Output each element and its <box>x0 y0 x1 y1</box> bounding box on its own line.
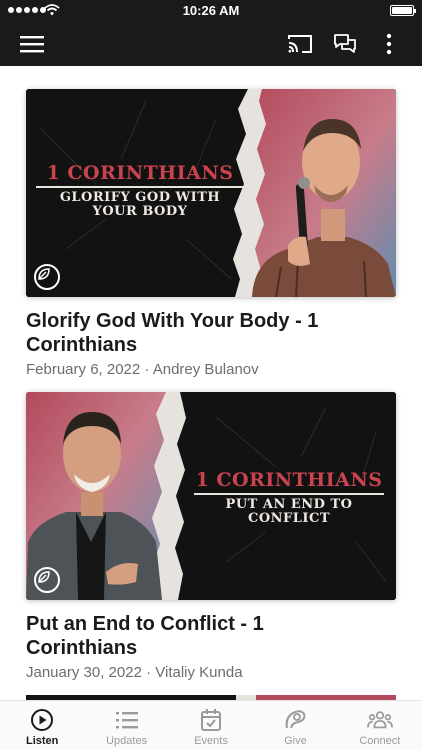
people-icon <box>366 708 393 732</box>
chat-icon <box>334 34 356 53</box>
sermon-card[interactable]: 1 CORINTHIANS PUT AN END TO CONFLICT Put… <box>26 392 396 681</box>
sermon-title[interactable]: Glorify God With Your Body - 1 Corinthia… <box>26 309 356 357</box>
battery-icon <box>390 5 416 16</box>
church-logo-icon <box>34 264 60 290</box>
series-title: 1 CORINTHIANS <box>195 469 383 491</box>
series-divider <box>36 186 244 188</box>
sermon-meta: February 6, 2022 · Andrey Bulanov <box>26 361 259 378</box>
sermon-feed[interactable]: 1 CORINTHIANS GLORIFY GOD WITH YOUR BODY… <box>0 66 422 700</box>
series-artwork-text: 1 CORINTHIANS PUT AN END TO CONFLICT <box>194 469 384 526</box>
status-bar: 10:26 AM <box>0 0 422 22</box>
tab-label: Events <box>194 735 228 747</box>
give-icon <box>282 708 308 732</box>
church-logo-icon <box>34 567 60 593</box>
status-time: 10:26 AM <box>182 3 240 18</box>
list-icon <box>114 708 140 732</box>
cast-button[interactable] <box>286 30 314 58</box>
menu-button[interactable] <box>18 30 46 58</box>
tab-label: Give <box>284 735 307 747</box>
series-subtitle-line1: PUT AN END TO <box>225 496 353 512</box>
tab-events[interactable]: Events <box>169 701 253 750</box>
tab-connect[interactable]: Connect <box>338 701 422 750</box>
more-options-button[interactable] <box>375 30 403 58</box>
series-subtitle-line2: CONFLICT <box>247 510 331 526</box>
series-subtitle-line1: GLORIFY GOD WITH <box>59 189 221 205</box>
series-title: 1 CORINTHIANS <box>46 162 234 184</box>
tab-label: Connect <box>359 735 401 747</box>
series-divider <box>194 493 384 495</box>
bottom-tab-bar: Listen Updates Events Give Connect <box>0 700 422 750</box>
sermon-thumbnail[interactable]: 1 CORINTHIANS GLORIFY GOD WITH YOUR BODY <box>26 89 396 297</box>
chat-button[interactable] <box>331 30 359 58</box>
series-artwork-text: 1 CORINTHIANS GLORIFY GOD WITH YOUR BODY <box>36 162 244 219</box>
sermon-card[interactable]: 1 CORINTHIANS GLORIFY GOD WITH YOUR BODY… <box>26 89 396 378</box>
series-subtitle-line2: YOUR BODY <box>92 203 188 219</box>
hamburger-icon <box>20 36 44 53</box>
sermon-thumbnail[interactable]: 1 CORINTHIANS PUT AN END TO CONFLICT <box>26 392 396 600</box>
tab-label: Listen <box>26 735 59 747</box>
tab-updates[interactable]: Updates <box>84 701 168 750</box>
tab-label: Updates <box>106 735 148 747</box>
calendar-icon <box>198 708 224 732</box>
sermon-meta: January 30, 2022 · Vitaliy Kunda <box>26 664 243 681</box>
more-vertical-icon <box>386 33 392 55</box>
cast-icon <box>288 35 312 53</box>
tab-give[interactable]: Give <box>253 701 337 750</box>
app-bar <box>0 22 422 66</box>
tab-listen[interactable]: Listen <box>0 701 84 750</box>
sermon-title[interactable]: Put an End to Conflict - 1 Corinthians <box>26 612 356 660</box>
play-circle-icon <box>29 708 55 732</box>
